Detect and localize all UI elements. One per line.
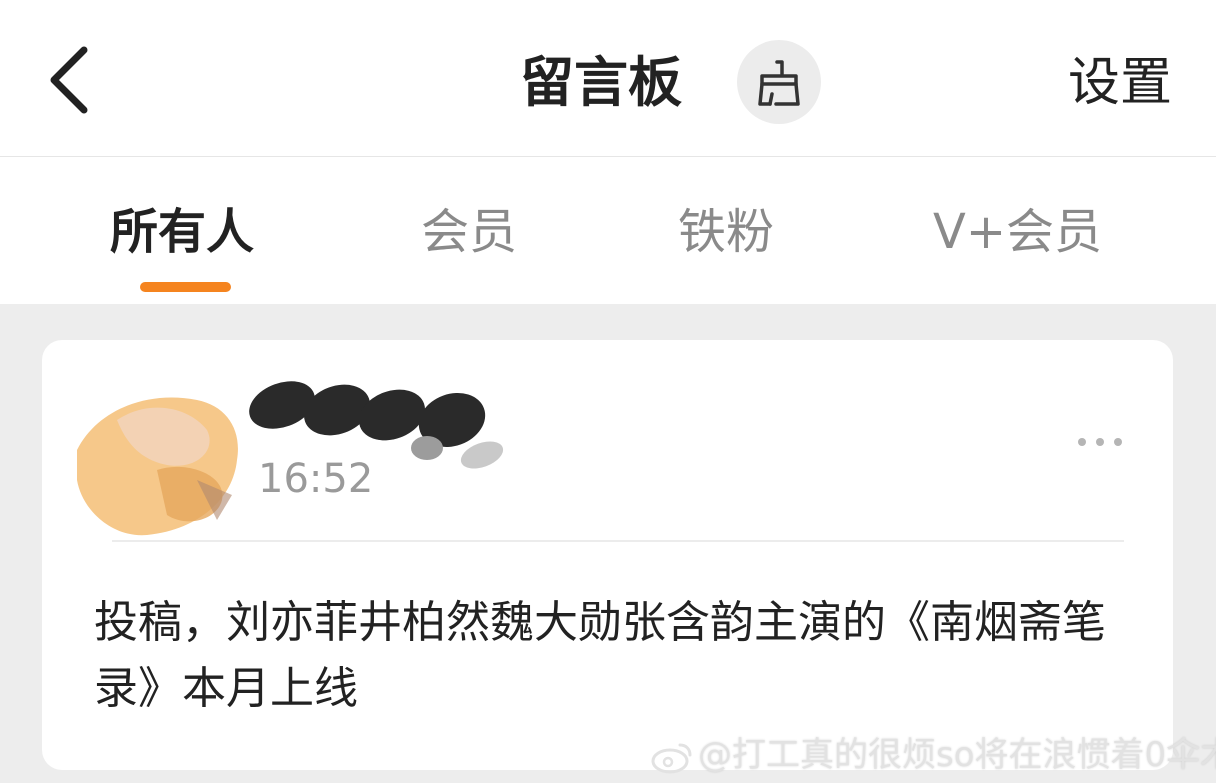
message-card: 16:52 投稿，刘亦菲井柏然魏大勋张含韵主演的《南烟斋笔录》本月上线 [42,340,1173,770]
active-tab-indicator [140,282,231,292]
avatar[interactable] [57,360,257,550]
broom-icon [758,60,800,106]
settings-button[interactable]: 设置 [1068,48,1172,118]
post-time: 16:52 [258,456,374,502]
tab-bar: 所有人 会员 铁粉 V+会员 [0,157,1216,304]
watermark: @打工真的很烦so将在浪惯着0伞木 [650,733,1216,777]
nav-bar: 留言板 设置 [0,0,1216,157]
tab-iron-fans[interactable]: 铁粉 [678,197,774,267]
card-divider [112,540,1124,542]
tab-members[interactable]: 会员 [421,197,517,267]
more-button[interactable] [1070,422,1130,462]
watermark-text: @打工真的很烦so将在浪惯着0伞木 [698,735,1216,775]
more-icon [1078,438,1122,446]
weibo-logo-icon [651,743,692,773]
back-button[interactable] [40,40,100,120]
chevron-left-icon [50,46,88,114]
tab-vplus-members[interactable]: V+会员 [933,197,1102,267]
clean-button[interactable] [737,40,821,124]
tab-everyone[interactable]: 所有人 [110,197,254,267]
message-content: 投稿，刘亦菲井柏然魏大勋张含韵主演的《南烟斋笔录》本月上线 [94,597,1106,714]
page-title: 留言板 [520,51,682,114]
